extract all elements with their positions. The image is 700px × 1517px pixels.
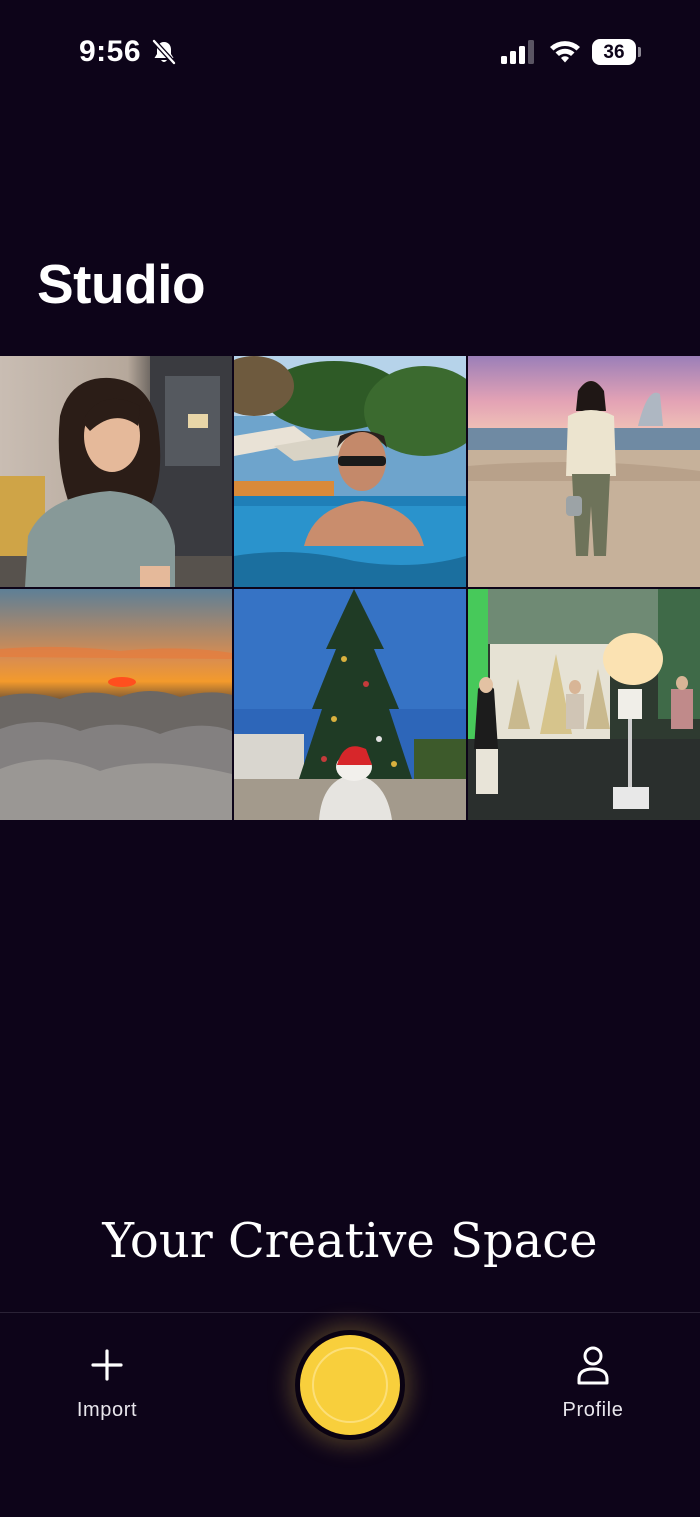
capture-button-ring — [312, 1347, 388, 1423]
photo-thumbnail[interactable] — [0, 356, 232, 587]
battery-icon: 36 — [592, 39, 642, 65]
photo-thumbnail[interactable] — [234, 356, 466, 587]
cellular-signal-icon — [501, 40, 534, 64]
photo-grid — [0, 356, 700, 820]
tagline: Your Creative Space — [102, 1213, 598, 1269]
battery-level: 36 — [603, 41, 625, 63]
photo-thumbnail[interactable] — [234, 589, 466, 820]
plus-icon — [91, 1349, 123, 1381]
photo-thumbnail[interactable] — [0, 589, 232, 820]
wifi-icon — [550, 41, 580, 63]
battery-tip — [638, 47, 641, 57]
import-button[interactable]: Import — [52, 1343, 162, 1422]
capture-button-fill — [300, 1335, 400, 1435]
profile-label: Profile — [562, 1399, 624, 1421]
photo-thumbnail[interactable] — [468, 356, 700, 587]
status-time: 9:56 — [79, 35, 142, 68]
photo-thumbnail[interactable] — [468, 589, 700, 820]
status-bar: 9:56 36 — [0, 0, 700, 100]
capture-button[interactable] — [295, 1330, 405, 1440]
page-title: Studio — [37, 253, 206, 315]
battery-body: 36 — [592, 39, 636, 65]
tab-bar: Import Profile — [0, 1313, 700, 1517]
import-label: Import — [76, 1399, 138, 1421]
profile-button[interactable]: Profile — [538, 1343, 648, 1422]
bell-slash-icon — [152, 39, 176, 65]
person-icon — [577, 1346, 609, 1385]
